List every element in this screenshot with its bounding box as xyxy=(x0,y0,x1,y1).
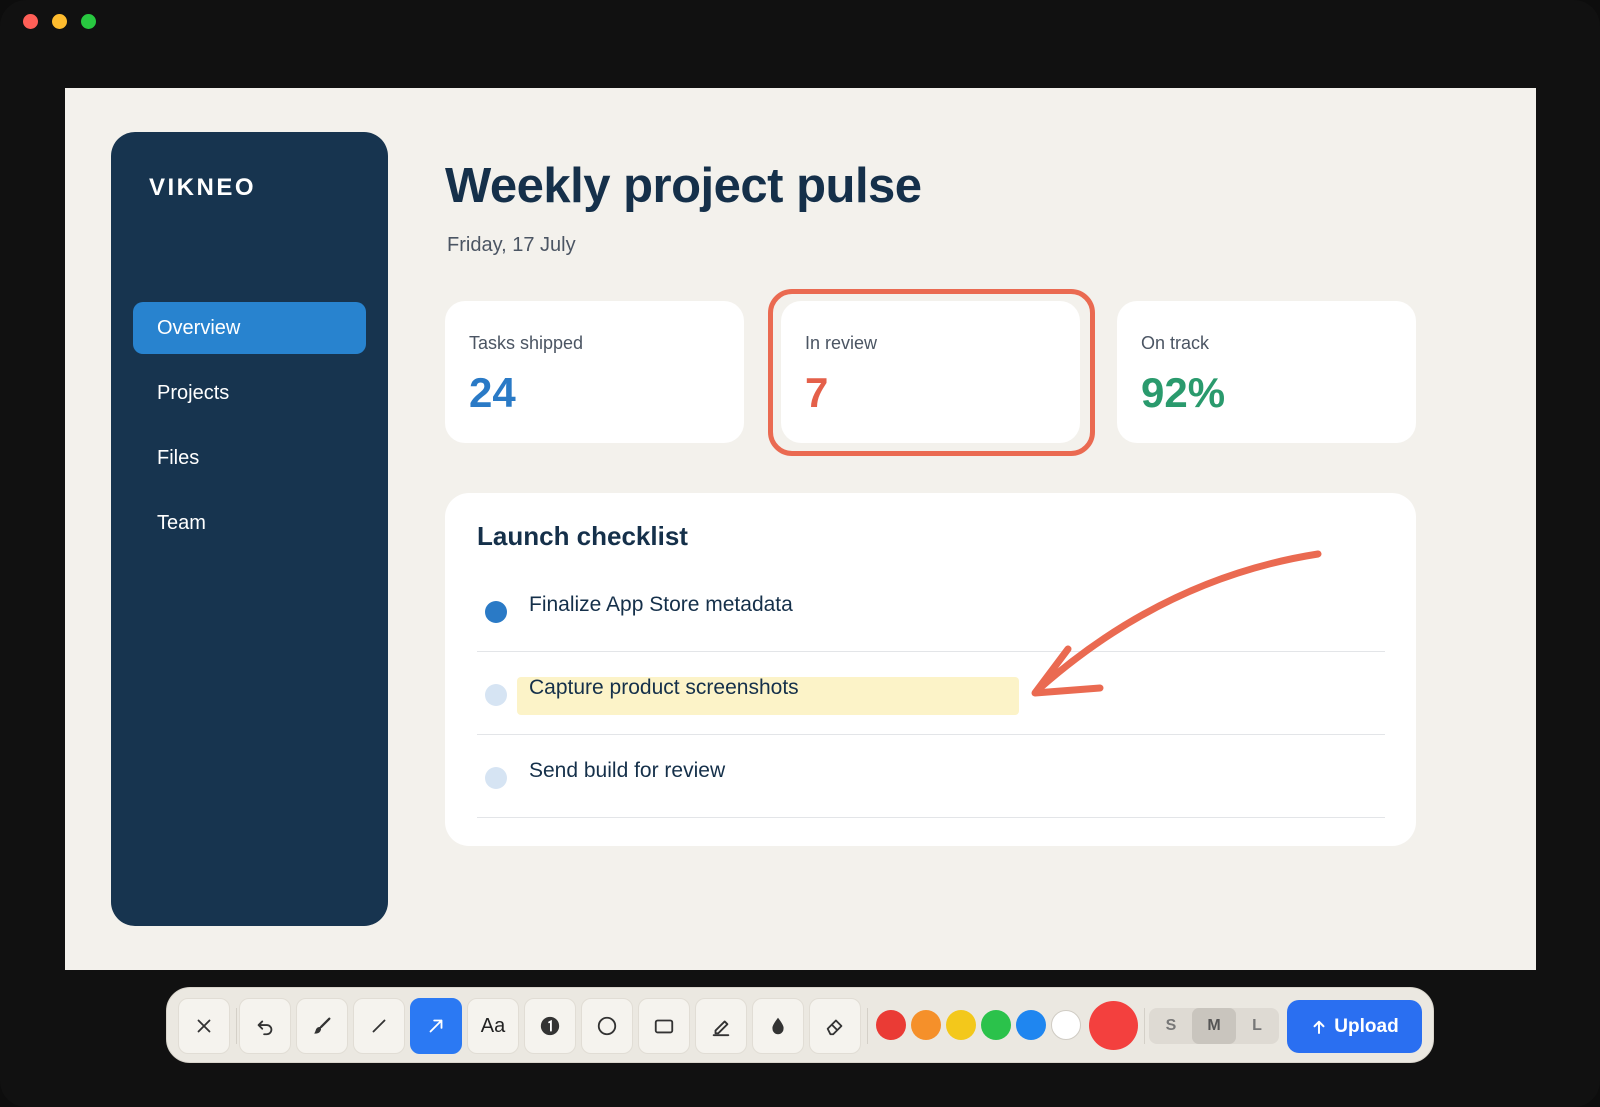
checklist-item-text: Capture product screenshots xyxy=(529,676,799,699)
sidebar-item-projects[interactable]: Projects xyxy=(133,367,366,419)
color-swatch-white[interactable] xyxy=(1051,1010,1081,1040)
size-medium[interactable]: M xyxy=(1192,1008,1236,1044)
page-date: Friday, 17 July xyxy=(447,234,576,256)
checklist-item: Capture product screenshots xyxy=(477,652,1385,735)
line-icon[interactable] xyxy=(353,998,405,1054)
sidebar: VIKNEO Overview Projects Files Team xyxy=(111,132,388,926)
stat-card-tasks-shipped: Tasks shipped 24 xyxy=(445,301,744,443)
upload-label: Upload xyxy=(1334,1015,1399,1037)
eraser-icon[interactable] xyxy=(809,998,861,1054)
app-window: VIKNEO Overview Projects Files Team Week… xyxy=(0,0,1600,1107)
stat-label: On track xyxy=(1141,333,1210,353)
text-tool[interactable]: Aa xyxy=(467,998,519,1054)
highlighter-icon[interactable] xyxy=(695,998,747,1054)
checklist-item: Finalize App Store metadata xyxy=(477,569,1385,652)
minimize-window-button[interactable] xyxy=(52,14,67,29)
toolbar-divider xyxy=(1144,1008,1145,1044)
status-dot-pending xyxy=(485,767,507,789)
color-swatch-blue[interactable] xyxy=(1016,1010,1046,1040)
close-window-button[interactable] xyxy=(23,14,38,29)
brush-icon[interactable] xyxy=(296,998,348,1054)
status-dot-pending xyxy=(485,684,507,706)
upload-arrow-icon xyxy=(1313,1020,1325,1034)
arrow-icon[interactable] xyxy=(410,998,462,1054)
zoom-window-button[interactable] xyxy=(81,14,96,29)
annotation-rectangle[interactable] xyxy=(768,289,1095,456)
blur-drop-icon[interactable] xyxy=(752,998,804,1054)
close-icon[interactable] xyxy=(178,998,230,1054)
sidebar-item-overview[interactable]: Overview xyxy=(133,302,366,354)
stat-value: 24 xyxy=(469,369,516,416)
checklist-item-text: Send build for review xyxy=(529,759,726,782)
brand-logo: VIKNEO xyxy=(149,174,257,201)
numbered-marker-icon[interactable] xyxy=(524,998,576,1054)
sidebar-item-team[interactable]: Team xyxy=(133,497,366,549)
stat-label: Tasks shipped xyxy=(469,333,584,353)
stroke-size-selector: S M L xyxy=(1149,1008,1279,1044)
selected-color-indicator[interactable] xyxy=(1089,1001,1138,1050)
size-large[interactable]: L xyxy=(1235,1008,1279,1044)
checklist-item: Send build for review xyxy=(477,735,1385,818)
color-swatch-green[interactable] xyxy=(981,1010,1011,1040)
sidebar-item-files[interactable]: Files xyxy=(133,432,366,484)
toolbar-divider xyxy=(236,1008,237,1044)
color-swatch-red[interactable] xyxy=(876,1010,906,1040)
screenshot-canvas: VIKNEO Overview Projects Files Team Week… xyxy=(65,88,1536,970)
markup-toolbar: Aa S M L Upload xyxy=(166,987,1434,1063)
color-swatch-yellow[interactable] xyxy=(946,1010,976,1040)
undo-icon[interactable] xyxy=(239,998,291,1054)
status-dot-done xyxy=(485,601,507,623)
launch-checklist-card: Launch checklist Finalize App Store meta… xyxy=(445,493,1416,846)
color-swatch-orange[interactable] xyxy=(911,1010,941,1040)
page-title: Weekly project pulse xyxy=(445,159,922,213)
size-small[interactable]: S xyxy=(1149,1008,1193,1044)
text-tool-label: Aa xyxy=(480,1014,506,1037)
checklist-item-text: Finalize App Store metadata xyxy=(529,593,793,616)
circle-icon[interactable] xyxy=(581,998,633,1054)
rectangle-icon[interactable] xyxy=(638,998,690,1054)
stat-value: 92% xyxy=(1141,369,1226,416)
upload-button[interactable]: Upload xyxy=(1287,1000,1422,1053)
stat-card-on-track: On track 92% xyxy=(1117,301,1416,443)
checklist-title: Launch checklist xyxy=(477,521,688,551)
toolbar-divider xyxy=(867,1008,868,1044)
